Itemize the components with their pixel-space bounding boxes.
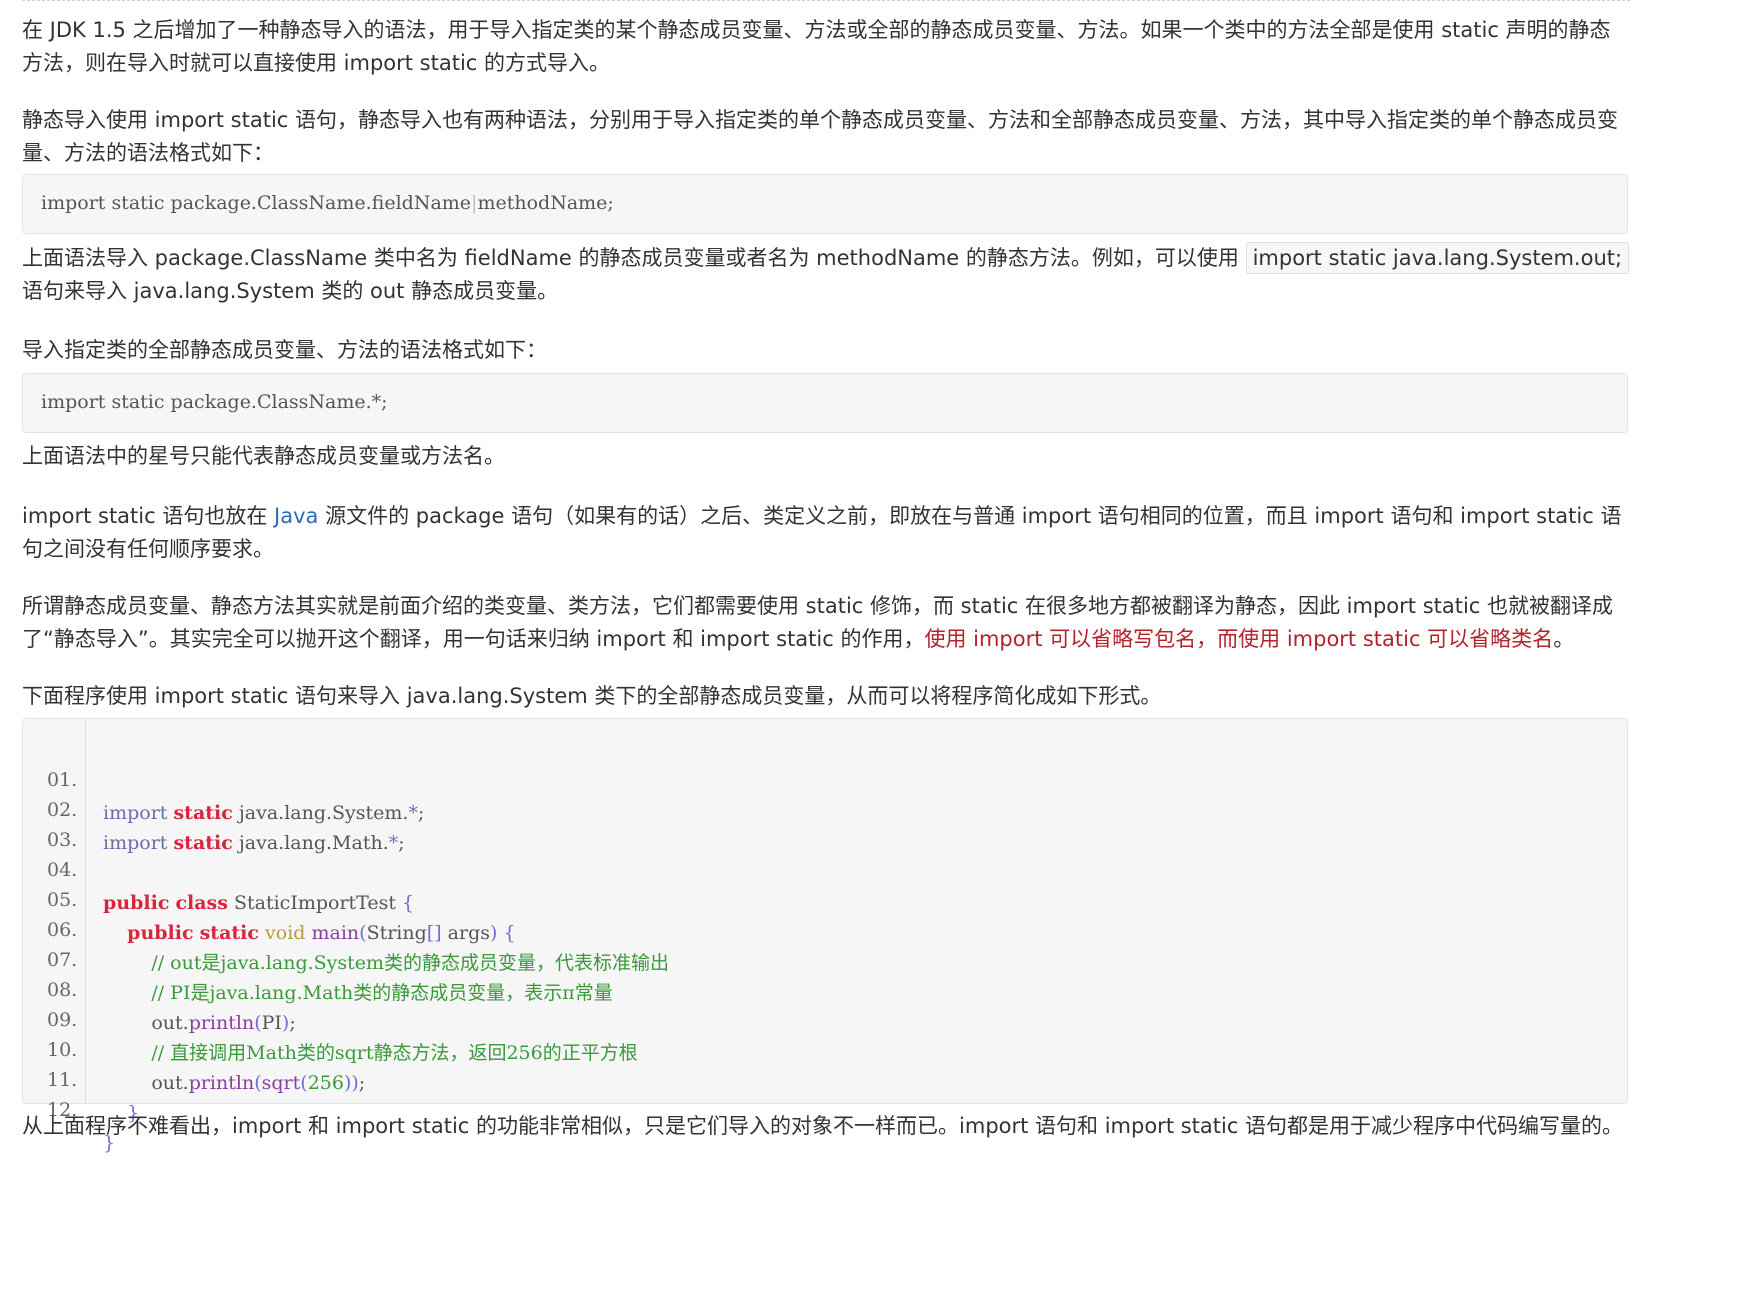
syntax-explanation-paragraph: 上面语法导入 package.ClassName 类中名为 fieldName …	[22, 242, 1630, 308]
program-code-block: 01. import static java.lang.System.*; 02…	[22, 718, 1628, 1154]
code-line: 09. // 直接调用Math类的sqrt静态方法，返回256的正平方根	[23, 971, 638, 1064]
code-line: 07. // PI是java.lang.Math类的静态成员变量，表示π常量	[23, 911, 613, 1004]
syntax-code-block-single: import static package.ClassName.fieldNam…	[22, 174, 1628, 234]
placement-paragraph: import static 语句也放在 Java 源文件的 package 语句…	[22, 504, 1622, 561]
intro-paragraph: 在 JDK 1.5 之后增加了一种静态导入的语法，用于导入指定类的某个静态成员变…	[22, 18, 1611, 75]
inline-code: import static java.lang.System.out;	[1245, 242, 1630, 274]
code-line: 11. }	[23, 1031, 139, 1124]
code-line: 06. // out是java.lang.System类的静态成员变量，代表标准…	[23, 881, 669, 974]
top-divider	[22, 0, 1630, 1]
code-line: 08. out.println(PI);	[23, 941, 296, 1034]
java-link[interactable]: Java	[274, 504, 318, 528]
highlighted-summary: 使用 import 可以省略写包名，而使用 import static 可以省略…	[924, 627, 1554, 651]
wildcard-intro-paragraph: 导入指定类的全部静态成员变量、方法的语法格式如下：	[22, 338, 547, 362]
conclusion-paragraph: 从上面程序不难看出，import 和 import static 的功能非常相似…	[22, 1114, 1624, 1138]
code-line: 05. public static void main(String[] arg…	[23, 851, 516, 944]
syntax-code-line: import static package.ClassName.*;	[41, 391, 388, 413]
code-line: 10. out.println(sqrt(256));	[23, 1001, 365, 1094]
summary-paragraph: 所谓静态成员变量、静态方法其实就是前面介绍的类变量、类方法，它们都需要使用 st…	[22, 594, 1614, 651]
code-line: 01. import static java.lang.System.*;	[23, 731, 424, 824]
syntax-intro-paragraph: 静态导入使用 import static 语句，静态导入也有两种语法，分别用于导…	[22, 108, 1619, 165]
code-line: 12. }	[23, 1061, 115, 1154]
wildcard-note-paragraph: 上面语法中的星号只能代表静态成员变量或方法名。	[22, 444, 505, 468]
syntax-code-line: import static package.ClassName.fieldNam…	[41, 192, 614, 214]
program-intro-paragraph: 下面程序使用 import static 语句来导入 java.lang.Sys…	[22, 684, 1162, 708]
syntax-code-block-all: import static package.ClassName.*;	[22, 373, 1628, 433]
code-line: 04. public class StaticImportTest {	[23, 821, 414, 914]
code-line: 03.	[23, 791, 77, 851]
code-line: 02. import static java.lang.Math.*;	[23, 761, 405, 854]
